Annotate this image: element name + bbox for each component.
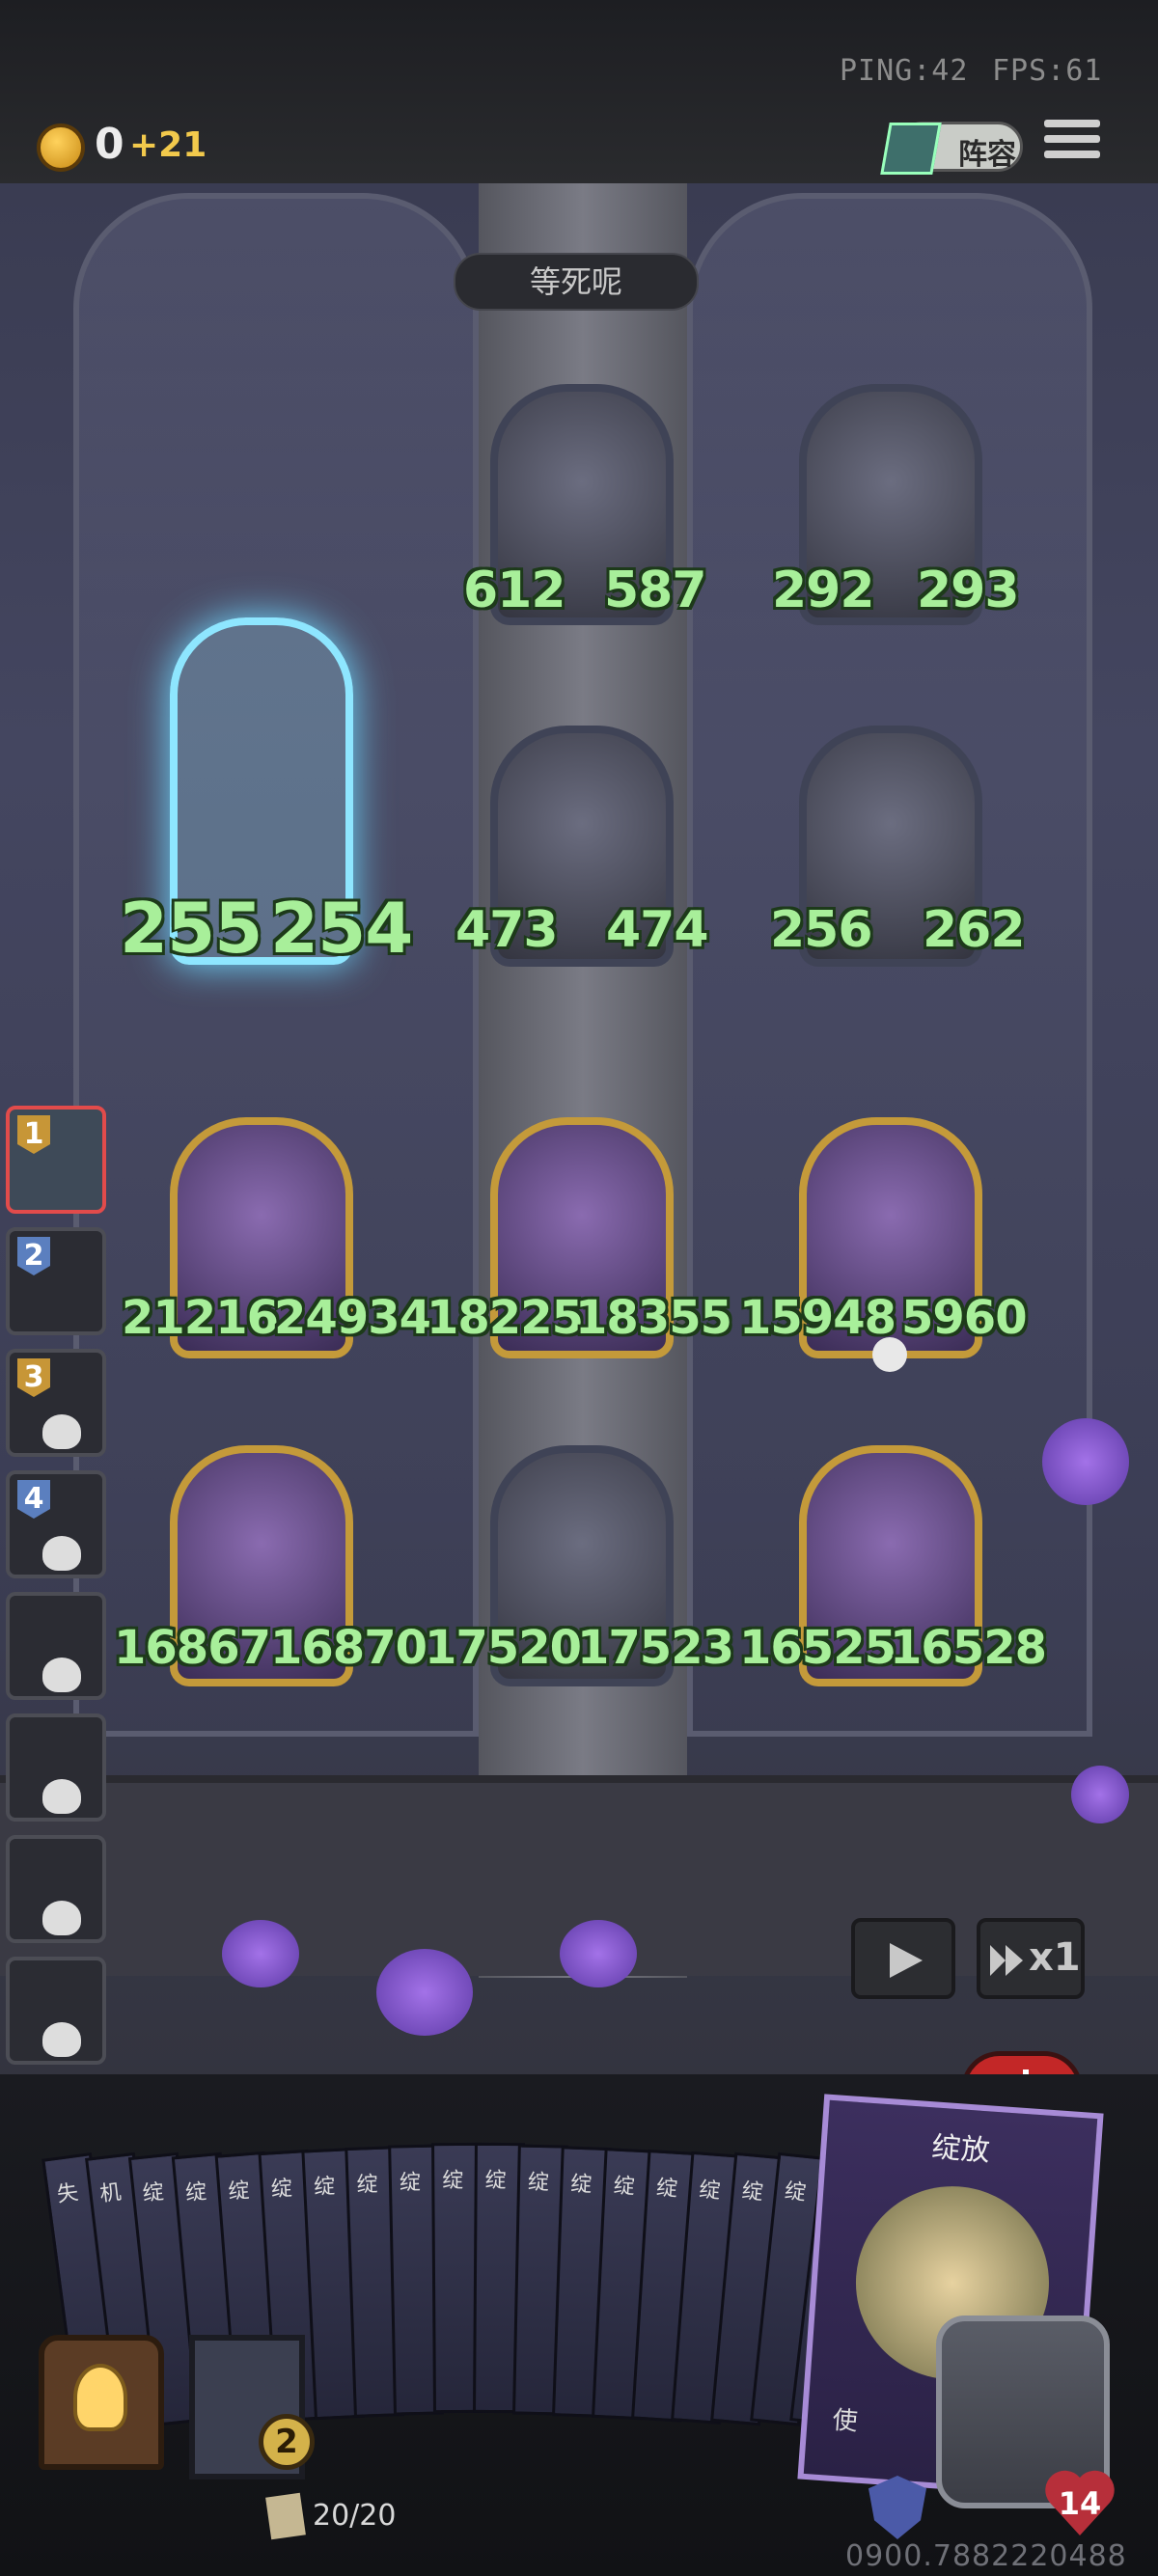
coin-icon (37, 123, 85, 172)
play-icon (890, 1943, 923, 1978)
lane-slot[interactable]: 3 (6, 1349, 106, 1457)
unit-attack: 473 (455, 901, 559, 959)
coin-count: 0 (95, 120, 124, 169)
rose-decoration (560, 1920, 637, 1987)
energy-badge: 2 (259, 2414, 315, 2470)
hand-card-label: 绽 (740, 2179, 764, 2206)
rose-decoration (222, 1920, 299, 1987)
deck-count: 20/20 (313, 2499, 397, 2533)
slot-number: 4 (17, 1480, 50, 1519)
unit-health: 17523 (577, 1621, 734, 1675)
skull-icon (42, 1658, 81, 1692)
unit-attack: 17520 (425, 1621, 582, 1675)
slot-number: 2 (17, 1237, 50, 1275)
hand-card-label: 绽 (141, 2179, 166, 2206)
hand-card-label: 绽 (527, 2170, 550, 2196)
unit-attack: 255 (120, 888, 262, 969)
unit-attack: 256 (770, 901, 873, 959)
hand-card-label: 绽 (569, 2172, 593, 2198)
unit-attack: 292 (772, 562, 875, 619)
skull-icon (42, 1414, 81, 1449)
slot-number: 3 (17, 1358, 50, 1397)
lane-slot[interactable] (6, 1592, 106, 1700)
skull-icon (42, 2022, 81, 2057)
book-icon (880, 123, 942, 175)
speed-label: x1 (1029, 1935, 1081, 1980)
coin-income: +21 (129, 125, 207, 165)
hand-card-label: 绽 (783, 2179, 808, 2206)
lane-slot[interactable] (6, 1713, 106, 1822)
hand-card-label: 绽 (184, 2179, 208, 2206)
skull-icon (42, 1901, 81, 1935)
lane-slot[interactable]: 4 (6, 1470, 106, 1578)
unit-health: 293 (917, 562, 1020, 619)
hand-card-label: 失 (55, 2180, 80, 2207)
rose-decoration (1042, 1418, 1129, 1505)
lightbulb-icon (73, 2364, 127, 2431)
hand-card-label: 绽 (655, 2176, 678, 2202)
hand-card-label: 绽 (399, 2170, 422, 2196)
lineup-label: 阵容 (958, 138, 1016, 172)
slot-number: 1 (17, 1115, 50, 1154)
unit-health: 474 (606, 901, 709, 959)
hand-card-label: 绽 (442, 2168, 464, 2194)
hint-chest[interactable] (39, 2335, 164, 2470)
unit-health: 587 (604, 562, 707, 619)
featured-card-text: 使 (831, 2405, 859, 2437)
top-bar: PING:42 FPS:61 0 +21 阵容 (0, 0, 1158, 187)
skull-icon (42, 1779, 81, 1814)
session-id: 0900.7882220488 (845, 2539, 1127, 2573)
unit-health: 254 (270, 888, 413, 969)
hand-card-label: 绽 (227, 2179, 251, 2205)
fast-forward-icon (990, 1945, 1023, 1976)
hand-card-label: 绽 (613, 2174, 636, 2200)
hand-card-label: 绽 (270, 2177, 293, 2203)
lane-slot[interactable]: 1 (6, 1106, 106, 1214)
unit-attack: 16525 (739, 1621, 896, 1675)
opponent-name: 等死呢 (529, 263, 622, 300)
unit-attack: 15948 (739, 1291, 896, 1345)
rose-decoration (376, 1949, 473, 2036)
unit-health: 262 (923, 901, 1026, 959)
rose-decoration (1071, 1766, 1129, 1823)
unit-attack: 18225 (427, 1291, 584, 1345)
hand-card-label: 绽 (484, 2168, 507, 2194)
hamburger-menu-icon[interactable] (1044, 120, 1100, 170)
unit-health: 16870 (270, 1621, 427, 1675)
unit-attack: 21216 (122, 1291, 279, 1345)
unit-health: 16528 (890, 1621, 1047, 1675)
unit-health: 24934 (274, 1291, 431, 1345)
unit-attack: 16867 (114, 1621, 271, 1675)
play-button[interactable] (851, 1918, 955, 1999)
speed-button[interactable]: x1 (977, 1918, 1085, 1999)
lane-slot[interactable]: 2 (6, 1227, 106, 1335)
opponent-name-plate: 等死呢 (454, 253, 699, 311)
unit-attack: 612 (463, 562, 566, 619)
featured-card-title: 绽放 (930, 2130, 991, 2169)
ping-readout: PING:42 (840, 54, 969, 88)
lane-slot[interactable] (6, 1835, 106, 1943)
fps-readout: FPS:61 (992, 54, 1103, 88)
hand-card-label: 绽 (313, 2174, 336, 2201)
deck-icon (265, 2492, 306, 2540)
hand-card-label: 绽 (698, 2178, 722, 2205)
skull-icon (872, 1337, 907, 1372)
skull-icon (42, 1536, 81, 1571)
hand-card-label: 绽 (356, 2172, 379, 2198)
unit-health: 5960 (901, 1291, 1028, 1345)
lineup-button[interactable]: 阵容 (880, 122, 1023, 175)
unit-health: 18355 (575, 1291, 732, 1345)
lane-slot[interactable] (6, 1957, 106, 2065)
hand-card-label: 机 (98, 2179, 123, 2207)
